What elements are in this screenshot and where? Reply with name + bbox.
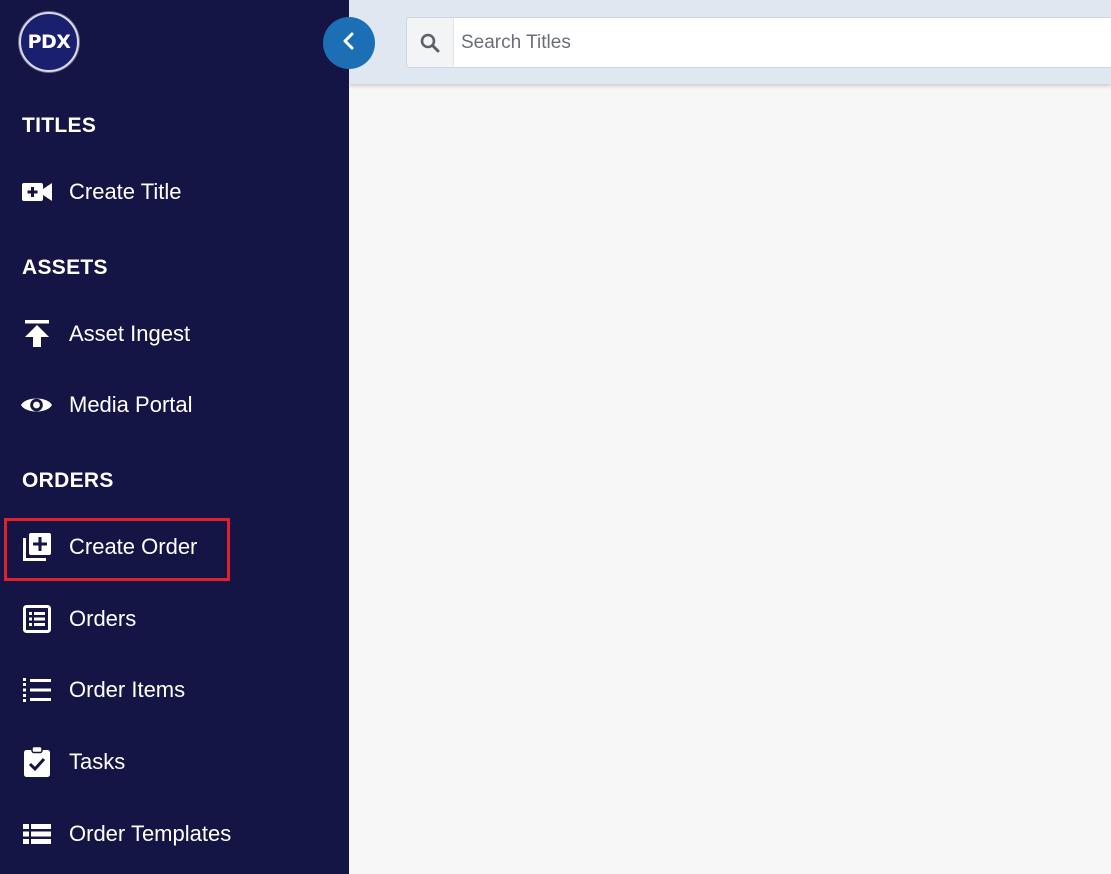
nav-item-label: Asset Ingest	[69, 321, 191, 346]
clipboard-check-icon	[20, 746, 53, 779]
brand-logo[interactable]: PDX	[19, 12, 79, 72]
chevron-left-icon	[342, 32, 356, 55]
collapse-sidebar-button[interactable]	[323, 17, 375, 69]
nav-item-label: Order Templates	[69, 821, 232, 846]
highlight-box	[4, 518, 230, 581]
video-plus-icon	[20, 176, 53, 209]
table-list-icon	[20, 818, 53, 851]
nav-item-label: Media Portal	[69, 392, 193, 417]
upload-icon	[20, 318, 53, 351]
nav-item-create-title[interactable]: Create Title	[20, 172, 182, 212]
sidebar: PDX TITLES Create Title ASSETS Asset Ing…	[0, 0, 349, 874]
nav-item-asset-ingest[interactable]: Asset Ingest	[20, 314, 190, 354]
nav-item-media-portal[interactable]: Media Portal	[20, 385, 193, 425]
nav-item-orders[interactable]: Orders	[20, 599, 136, 639]
search-box	[406, 17, 1111, 68]
section-title-assets: ASSETS	[22, 256, 108, 279]
section-title-titles: TITLES	[22, 114, 97, 137]
nav-item-label: Order Items	[69, 677, 186, 702]
nav-item-label: Tasks	[69, 749, 126, 774]
section-title-orders: ORDERS	[22, 469, 114, 492]
search-icon[interactable]	[407, 18, 454, 67]
nav-item-tasks[interactable]: Tasks	[20, 742, 125, 782]
list-box-icon	[20, 603, 53, 636]
nav-item-label: Orders	[69, 606, 137, 631]
nav-item-label: Create Title	[69, 179, 182, 204]
nav-item-order-templates[interactable]: Order Templates	[20, 814, 231, 854]
main-content	[349, 84, 1111, 874]
search-input[interactable]	[454, 18, 1111, 67]
list-numbered-icon	[20, 674, 53, 707]
eye-icon	[20, 389, 53, 422]
nav-item-order-items[interactable]: Order Items	[20, 670, 185, 710]
